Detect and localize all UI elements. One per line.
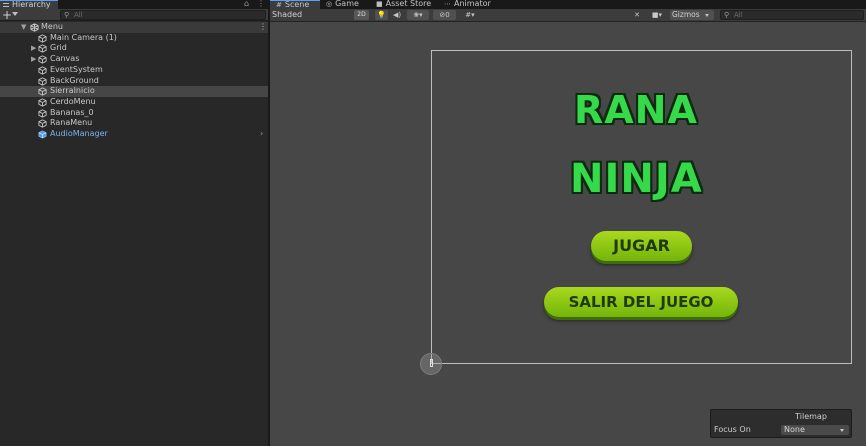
game-title-line2: NINJA xyxy=(570,156,703,202)
search-icon: ⚲ xyxy=(724,11,730,19)
lightbulb-icon[interactable]: 💡 xyxy=(375,10,388,20)
tab-game-label: Game xyxy=(335,0,359,8)
tree-item-main-camera[interactable]: Main Camera (1) xyxy=(0,33,268,44)
tab-game[interactable]: ◎ Game xyxy=(326,0,359,9)
gameobject-cube-icon xyxy=(38,55,47,64)
expand-arrow-icon[interactable]: ▶ xyxy=(31,54,36,64)
hierarchy-toolbar: + ⚲ All xyxy=(0,9,268,21)
gameobject-cube-icon xyxy=(38,66,47,75)
tab-animator[interactable]: ⋯ Animator xyxy=(444,0,491,9)
tree-item-label: CerdoMenu xyxy=(50,96,96,106)
game-title-line1: RANA xyxy=(574,88,698,132)
tilemap-overlay: Tilemap Focus On None xyxy=(710,409,852,438)
tree-item-label: Main Camera (1) xyxy=(50,32,117,42)
quit-game-button[interactable]: SALIR DEL JUEGO xyxy=(544,287,738,317)
search-placeholder: All xyxy=(74,11,83,19)
tree-item-bananas[interactable]: Bananas_0 xyxy=(0,108,268,119)
tree-item-ranamenu[interactable]: RanaMenu xyxy=(0,118,268,129)
hierarchy-search-input[interactable]: ⚲ All xyxy=(60,10,266,20)
tree-item-canvas[interactable]: ▶ Canvas xyxy=(0,54,268,65)
effects-icon[interactable]: ❀▾ xyxy=(407,10,429,20)
gameobject-cube-icon xyxy=(38,119,47,128)
shading-mode-dropdown[interactable]: Shaded xyxy=(272,10,352,20)
search-placeholder: All xyxy=(734,11,743,19)
gameobject-cube-icon xyxy=(38,76,47,86)
hierarchy-tab-label: Hierarchy xyxy=(12,0,51,9)
gameobject-cube-icon xyxy=(38,108,47,118)
scene-panel: # Scene ◎ Game ■ Asset Store ⋯ Animator Shad… xyxy=(270,0,866,446)
tab-asset-store[interactable]: ■ Asset Store xyxy=(376,0,431,9)
hidden-objects-toggle[interactable]: ⊘0 xyxy=(433,10,456,20)
tree-item-label: Bananas_0 xyxy=(50,107,94,117)
expand-arrow-icon[interactable]: ▶ xyxy=(31,43,36,53)
lock-icon[interactable]: ⌂ xyxy=(244,0,249,8)
hierarchy-panel: Hierarchy ⌂ ⋮ + ⚲ All ▼ Menu ⋮ Main Came… xyxy=(0,0,268,446)
camera-icon[interactable]: ■▾ xyxy=(648,10,666,20)
unity-scene-icon xyxy=(30,23,39,32)
scene-tab-bar: # Scene ◎ Game ■ Asset Store ⋯ Animator xyxy=(270,0,866,9)
tree-item-label: BackGround xyxy=(50,75,99,85)
scene-edge-strip xyxy=(852,22,866,410)
tilemap-title: Tilemap xyxy=(795,412,827,421)
scene-search-input[interactable]: ⚲ All xyxy=(720,10,864,20)
tree-item-eventsystem[interactable]: EventSystem xyxy=(0,65,268,76)
focus-on-label: Focus On xyxy=(714,425,751,434)
tab-scene[interactable]: # Scene xyxy=(270,0,320,9)
add-button[interactable]: + xyxy=(2,9,12,21)
chevron-down-icon[interactable] xyxy=(12,12,18,16)
tree-item-label: EventSystem xyxy=(50,64,103,74)
focus-on-value: None xyxy=(784,425,805,434)
play-button[interactable]: JUGAR xyxy=(591,231,692,261)
prefab-cube-icon xyxy=(38,130,47,139)
tree-item-label: AudioManager xyxy=(50,129,108,138)
tree-item-cerdomenu[interactable]: CerdoMenu xyxy=(0,97,268,108)
audio-icon[interactable]: ◀) xyxy=(391,10,403,20)
grid-snap-icon[interactable]: #▾ xyxy=(460,10,480,20)
gizmo-handle-icon xyxy=(430,359,433,367)
scene-toolbar: Shaded 2D 💡 ◀) ❀▾ ⊘0 #▾ ✕ ■▾ Gizmos ⚲ Al… xyxy=(270,9,866,22)
tree-item-label: SierraInicio xyxy=(50,86,95,96)
gameobject-cube-icon xyxy=(38,34,47,43)
gameobject-cube-icon xyxy=(38,87,47,96)
tab-animator-label: Animator xyxy=(454,0,491,8)
hidden-count: 0 xyxy=(445,11,450,19)
kebab-icon[interactable]: ⋮ xyxy=(259,22,267,32)
tree-item-label: Menu xyxy=(41,22,63,31)
tree-item-background[interactable]: BackGround xyxy=(0,76,268,87)
hierarchy-tab-bar: Hierarchy ⌂ ⋮ xyxy=(0,0,268,9)
gizmos-label: Gizmos xyxy=(672,10,700,19)
kebab-icon[interactable]: ⋮ xyxy=(257,0,265,8)
tree-item-grid[interactable]: ▶ Grid xyxy=(0,43,268,54)
chevron-down-icon xyxy=(840,429,844,432)
tab-asset-store-label: Asset Store xyxy=(385,0,432,8)
list-icon xyxy=(3,3,9,7)
chevron-down-icon[interactable] xyxy=(705,14,709,17)
scene-row-menu[interactable]: ▼ Menu ⋮ xyxy=(0,22,268,33)
tools-icon[interactable]: ✕ xyxy=(630,10,644,20)
camera-gizmo[interactable] xyxy=(420,353,442,375)
tree-item-sierrainicio[interactable]: SierraInicio xyxy=(0,86,268,97)
grid-icon: # xyxy=(276,1,282,9)
search-icon: ⚲ xyxy=(64,11,70,19)
tree-item-label: Canvas xyxy=(50,54,80,64)
animator-icon: ⋯ xyxy=(444,0,451,8)
tree-item-audiomanager[interactable]: AudioManager › xyxy=(0,129,268,140)
toggle-2d-button[interactable]: 2D xyxy=(354,10,369,20)
tree-item-label: RanaMenu xyxy=(50,118,93,128)
shopping-bag-icon: ■ xyxy=(376,0,383,8)
chevron-right-icon[interactable]: › xyxy=(260,129,263,139)
expand-arrow-icon[interactable]: ▼ xyxy=(21,22,26,32)
gameobject-cube-icon xyxy=(38,98,47,107)
tab-scene-label: Scene xyxy=(284,0,310,9)
gameobject-cube-icon xyxy=(38,44,47,53)
gamepad-icon: ◎ xyxy=(326,0,333,8)
focus-on-dropdown[interactable]: None xyxy=(781,425,849,435)
tree-item-label: Grid xyxy=(50,43,67,53)
